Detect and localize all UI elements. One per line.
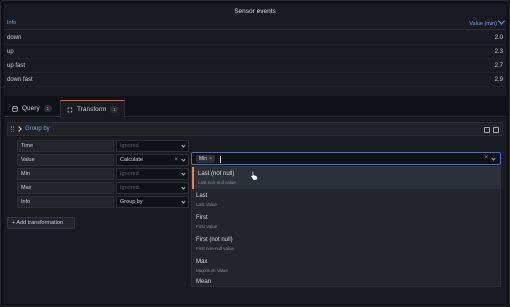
option-label: Last (not null) xyxy=(198,171,235,177)
remove-chip-icon[interactable]: × xyxy=(209,156,212,162)
clear-icon[interactable]: × xyxy=(484,155,488,161)
field-name: Value xyxy=(17,154,114,166)
dropdown-option[interactable]: Mean xyxy=(192,275,500,286)
option-label: First (not null) xyxy=(196,237,233,243)
tab-query-count: 1 xyxy=(43,105,52,112)
chevron-down-icon xyxy=(181,171,186,176)
cell-info: down fast xyxy=(7,77,33,83)
dropdown-option[interactable]: Max Maximum Value xyxy=(192,255,500,277)
tab-query[interactable]: Query 1 xyxy=(6,100,58,117)
tab-transform-label: Transform xyxy=(77,106,107,113)
cell-value: 2.7 xyxy=(494,63,503,69)
option-label: First xyxy=(196,215,208,221)
option-description: Maximum Value xyxy=(196,268,228,273)
mouse-pointer-icon xyxy=(250,171,258,180)
column-header-info[interactable]: Info xyxy=(7,20,16,26)
select-value: Group by xyxy=(120,199,143,205)
dropdown-option[interactable]: Last Last Value xyxy=(192,189,500,211)
drag-handle-icon[interactable] xyxy=(11,126,14,132)
chevron-down-icon xyxy=(181,143,186,148)
calculation-dropdown: Last (not null) Last non-null value Last… xyxy=(191,166,501,287)
field-name: Max xyxy=(17,182,114,194)
field-name: Time xyxy=(17,140,114,152)
debug-icon[interactable] xyxy=(484,127,490,133)
option-label: Max xyxy=(196,259,208,265)
chip-label: Min xyxy=(199,156,208,162)
transformation-header[interactable]: Group by xyxy=(7,122,503,136)
tab-transform[interactable]: Transform 1 xyxy=(60,100,126,118)
option-label: Last xyxy=(196,193,208,199)
calculation-select[interactable]: Min × × xyxy=(191,152,501,165)
option-description: First Value xyxy=(196,224,218,229)
group-option-select[interactable]: Group by xyxy=(116,196,189,208)
column-header-value[interactable]: Value (min) xyxy=(469,20,504,27)
group-option-select[interactable]: Ignored xyxy=(116,182,189,194)
cell-info: down xyxy=(7,35,22,41)
field-name: Min xyxy=(17,168,114,180)
select-value: Ignored xyxy=(120,171,139,177)
database-icon xyxy=(12,105,18,112)
select-value: Ignored xyxy=(120,143,139,149)
table-header: Info Value (min) xyxy=(4,18,506,30)
chevron-down-icon xyxy=(181,199,186,204)
cell-value: 2.3 xyxy=(494,49,503,55)
cell-value: 2.0 xyxy=(494,35,503,41)
group-option-select[interactable]: Ignored xyxy=(116,168,189,180)
group-option-select[interactable]: Ignored xyxy=(116,140,189,152)
cell-value: 2.9 xyxy=(494,77,503,83)
chevron-down-icon xyxy=(181,185,186,190)
table-panel: Sensor events Info Value (min) down 2.0 … xyxy=(4,4,506,96)
cell-info: up xyxy=(7,49,14,55)
cell-info: up fast xyxy=(7,63,26,69)
select-value: Calculate xyxy=(120,157,143,163)
tab-query-label: Query xyxy=(22,105,40,112)
option-label: Mean xyxy=(196,279,212,285)
table-row: down fast 2.9 xyxy=(4,73,506,87)
calculation-chip[interactable]: Min × xyxy=(196,155,215,163)
chevron-down-icon[interactable] xyxy=(16,126,22,132)
option-description: Last Value xyxy=(196,202,217,207)
app-window: Sensor events Info Value (min) down 2.0 … xyxy=(0,0,510,307)
trash-icon[interactable] xyxy=(493,127,499,133)
table-row: up 2.3 xyxy=(4,45,506,59)
table-row: up fast 2.7 xyxy=(4,59,506,73)
editor-tabs: Query 1 Transform 1 xyxy=(4,100,506,118)
dropdown-option[interactable]: First First Value xyxy=(192,211,500,233)
select-value: Ignored xyxy=(120,185,139,191)
chevron-down-icon[interactable] xyxy=(491,156,496,161)
clear-icon[interactable]: × xyxy=(174,155,178,165)
field-name: Info xyxy=(17,196,114,208)
dropdown-option[interactable]: First (not null) First non-null value xyxy=(192,233,500,255)
panel-title: Sensor events xyxy=(234,8,276,15)
add-transformation-button[interactable]: + Add transformation xyxy=(7,217,75,229)
group-option-select[interactable]: Calculate × xyxy=(116,154,189,166)
tab-transform-count: 1 xyxy=(110,106,119,113)
chevron-down-icon xyxy=(181,157,186,162)
text-cursor xyxy=(220,156,221,163)
option-description: Last non-null value xyxy=(198,180,236,185)
transformation-title: Group by xyxy=(25,126,50,132)
dropdown-option[interactable]: Last (not null) Last non-null value xyxy=(192,167,500,189)
table-row: down 2.0 xyxy=(4,31,506,45)
transform-icon xyxy=(67,107,73,112)
group-field-row: Time Ignored xyxy=(17,140,497,152)
option-description: First non-null value xyxy=(196,246,235,251)
